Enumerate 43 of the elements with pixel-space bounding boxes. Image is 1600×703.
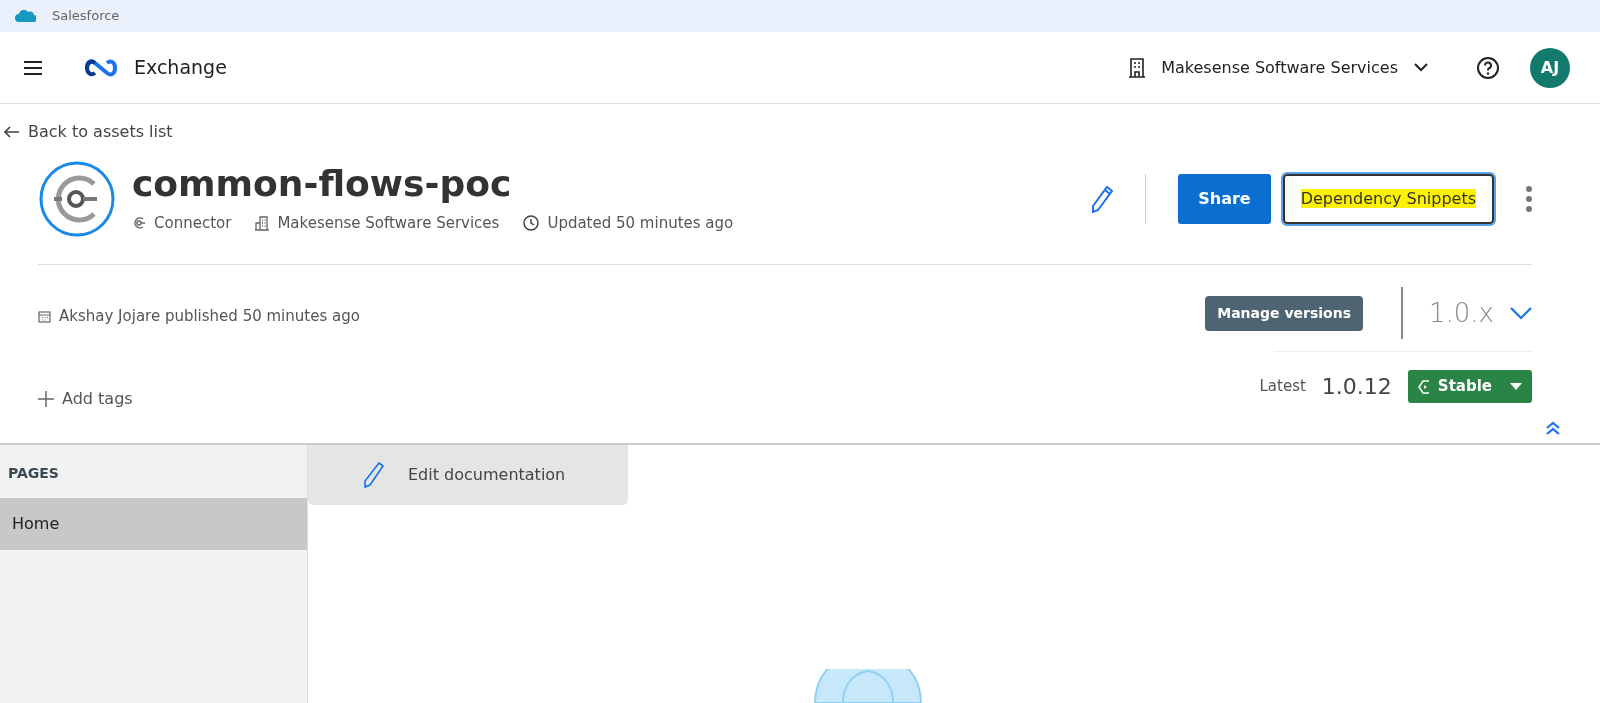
- menu-icon: [24, 60, 42, 76]
- cloud-logo-icon: [14, 9, 36, 23]
- add-tags-button[interactable]: Add tags: [38, 387, 133, 411]
- sidebar-heading: PAGES: [7, 464, 60, 483]
- user-avatar[interactable]: AJ: [1530, 47, 1570, 88]
- help-button[interactable]: [1476, 55, 1500, 80]
- published-info: Akshay Jojare published 50 minutes ago: [59, 306, 360, 327]
- latest-label: Latest: [1259, 376, 1306, 398]
- latest-version: 1.0.12: [1321, 373, 1392, 401]
- clock-icon: [523, 214, 540, 231]
- building-icon: [255, 214, 270, 231]
- asset-title: common-flows-poc: [132, 163, 513, 204]
- back-link[interactable]: Back to assets list: [4, 120, 173, 144]
- sidebar-item[interactable]: Home: [0, 498, 307, 550]
- connector-logo-icon: [38, 160, 116, 238]
- stability-dropdown[interactable]: Stable: [1407, 370, 1532, 403]
- updated-time: Updated 50 minutes ago: [547, 212, 734, 234]
- plus-icon: [38, 391, 54, 407]
- pencil-icon: [1091, 185, 1114, 213]
- pencil-icon: [364, 462, 384, 488]
- share-button[interactable]: Share: [1178, 174, 1271, 224]
- connector-icon: [132, 215, 146, 230]
- dependency-snippets-button[interactable]: Dependency Snippets: [1282, 174, 1494, 224]
- chevron-down-icon: [1414, 63, 1428, 72]
- chevron-down-icon: [1510, 306, 1532, 320]
- manage-versions-button[interactable]: Manage versions: [1205, 295, 1363, 331]
- browser-title: Salesforce: [52, 7, 120, 26]
- organization-dropdown[interactable]: Makesense Software Services: [1129, 55, 1428, 80]
- asset-type: Connector: [154, 212, 232, 234]
- arrow-left-icon: [4, 126, 20, 138]
- edit-documentation-button[interactable]: Edit documentation: [308, 445, 628, 505]
- edit-button[interactable]: [1091, 185, 1114, 213]
- help-icon: [1476, 55, 1500, 80]
- asset-organization: Makesense Software Services: [277, 212, 500, 234]
- building-icon: [1129, 57, 1146, 78]
- app-title: Exchange: [134, 55, 227, 81]
- double-chevron-up-icon: [1546, 420, 1560, 435]
- calendar-icon: [38, 309, 51, 323]
- caret-down-icon: [1510, 383, 1522, 390]
- version-dropdown[interactable]: 1.0.x: [1429, 293, 1532, 333]
- tag-icon: [1417, 379, 1430, 394]
- more-options-button[interactable]: [1526, 186, 1532, 212]
- more-vertical-icon: [1526, 186, 1532, 212]
